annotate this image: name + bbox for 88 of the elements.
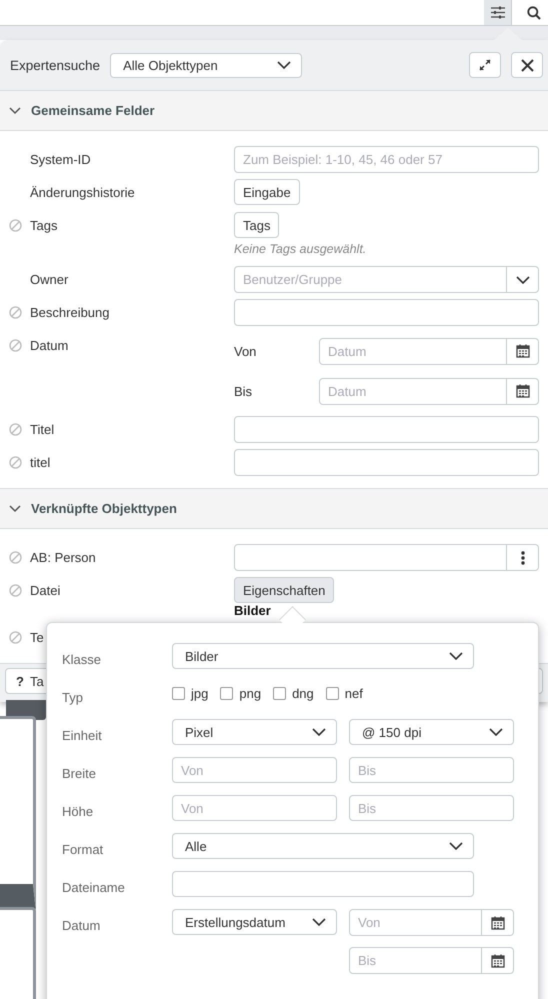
calendar-button[interactable] <box>507 338 539 364</box>
range-field[interactable]: Von <box>172 795 337 821</box>
restricted-icon <box>8 219 22 232</box>
date-field[interactable]: Bis <box>349 947 482 974</box>
restricted-icon <box>8 631 22 644</box>
properties-button[interactable]: Eigenschaften <box>234 577 334 603</box>
field-label: Titel <box>30 421 54 437</box>
filter-button[interactable] <box>484 0 512 25</box>
field-label: AB: Person <box>30 549 96 565</box>
property-label: Einheit <box>62 727 103 745</box>
dropdown-button[interactable] <box>507 266 539 293</box>
property-label: Datum <box>62 917 102 935</box>
chevron-down-icon <box>489 728 503 736</box>
property-label: Typ <box>62 689 84 707</box>
panel-title: Expertensuche <box>10 58 100 72</box>
field-label: Datum <box>30 337 68 353</box>
property-label: Höhe <box>62 803 94 821</box>
text-field[interactable] <box>172 871 474 897</box>
text-field[interactable] <box>234 416 539 443</box>
range-field[interactable]: Bis <box>349 757 514 783</box>
field-label: Te <box>30 629 44 645</box>
property-label: Format <box>62 841 104 859</box>
calendar-icon[interactable] <box>490 954 504 968</box>
field-label: titel <box>30 454 50 470</box>
field-label: Änderungshistorie <box>30 184 135 200</box>
chevron-down-icon <box>277 61 292 69</box>
select-field[interactable]: Bilder <box>172 643 474 669</box>
expand-icon <box>479 59 491 71</box>
chevron-down-icon <box>449 652 463 660</box>
range-field[interactable]: Von <box>172 757 337 783</box>
close-button[interactable] <box>511 52 543 78</box>
expand-button[interactable] <box>469 52 501 78</box>
restricted-icon <box>8 584 22 597</box>
close-icon <box>520 58 534 72</box>
restricted-icon <box>8 551 22 564</box>
select-field[interactable]: Pixel <box>172 719 337 745</box>
calendar-icon[interactable] <box>490 916 504 930</box>
property-label: Breite <box>62 765 97 783</box>
restricted-icon <box>8 423 22 436</box>
text-field[interactable] <box>234 449 539 476</box>
object-type-select[interactable]: Alle Objekttypen <box>110 52 302 78</box>
restricted-icon <box>8 306 22 319</box>
select-field[interactable]: @ 150 dpi <box>349 719 514 745</box>
field-label: Beschreibung <box>30 304 110 320</box>
filetype-checkbox[interactable]: dng <box>273 681 314 701</box>
calendar-icon[interactable] <box>516 384 530 398</box>
section-header[interactable]: Verknüpfte Objekttypen <box>0 489 548 529</box>
select-field[interactable]: Alle <box>172 833 474 859</box>
tags-note: Keine Tags ausgewählt. <box>234 241 368 258</box>
filetype-checkbox[interactable]: nef <box>326 681 363 701</box>
chevron-down-icon <box>312 728 326 736</box>
range-field[interactable]: Bis <box>349 795 514 821</box>
date-field[interactable]: Datum <box>319 338 507 364</box>
chevron-down-icon <box>516 276 530 284</box>
calendar-button[interactable] <box>507 378 539 404</box>
tags-button[interactable]: Tags <box>234 212 280 238</box>
property-label: Klasse <box>62 651 102 669</box>
from-label: Von <box>234 344 256 358</box>
date-field[interactable]: Datum <box>319 378 507 404</box>
filetype-checkbox[interactable]: png <box>220 681 262 701</box>
field-label: Datei <box>30 582 60 598</box>
field-label: System-ID <box>30 151 91 167</box>
chevron-down-icon <box>312 918 326 926</box>
to-label: Bis <box>234 384 252 398</box>
property-label: Dateiname <box>62 879 126 897</box>
selected-class: Bilder <box>234 604 272 618</box>
text-field[interactable] <box>234 299 539 326</box>
owner-field[interactable]: Benutzer/Gruppe <box>234 266 507 293</box>
sliders-icon <box>490 6 504 19</box>
search-icon <box>527 6 541 20</box>
calendar-button[interactable] <box>482 947 514 974</box>
input-button[interactable]: Eingabe <box>234 179 300 205</box>
calendar-button[interactable] <box>482 909 514 936</box>
restricted-icon <box>8 456 22 469</box>
field-label: Tags <box>30 217 58 233</box>
person-field[interactable] <box>234 544 507 571</box>
text-field[interactable]: Zum Beispiel: 1-10, 45, 46 oder 57 <box>234 146 539 173</box>
more-icon[interactable] <box>520 550 524 564</box>
chevron-down-icon <box>449 842 463 850</box>
section-header[interactable]: Gemeinsame Felder <box>0 91 548 131</box>
select-field[interactable]: Erstellungsdatum <box>172 909 337 935</box>
restricted-icon <box>8 339 22 352</box>
chevron-down-icon <box>9 504 21 512</box>
filetype-checkbox[interactable]: jpg <box>172 681 208 701</box>
calendar-icon[interactable] <box>516 344 530 358</box>
chevron-down-icon <box>9 106 21 114</box>
date-field[interactable]: Von <box>349 909 482 936</box>
field-label: Owner <box>30 271 68 287</box>
